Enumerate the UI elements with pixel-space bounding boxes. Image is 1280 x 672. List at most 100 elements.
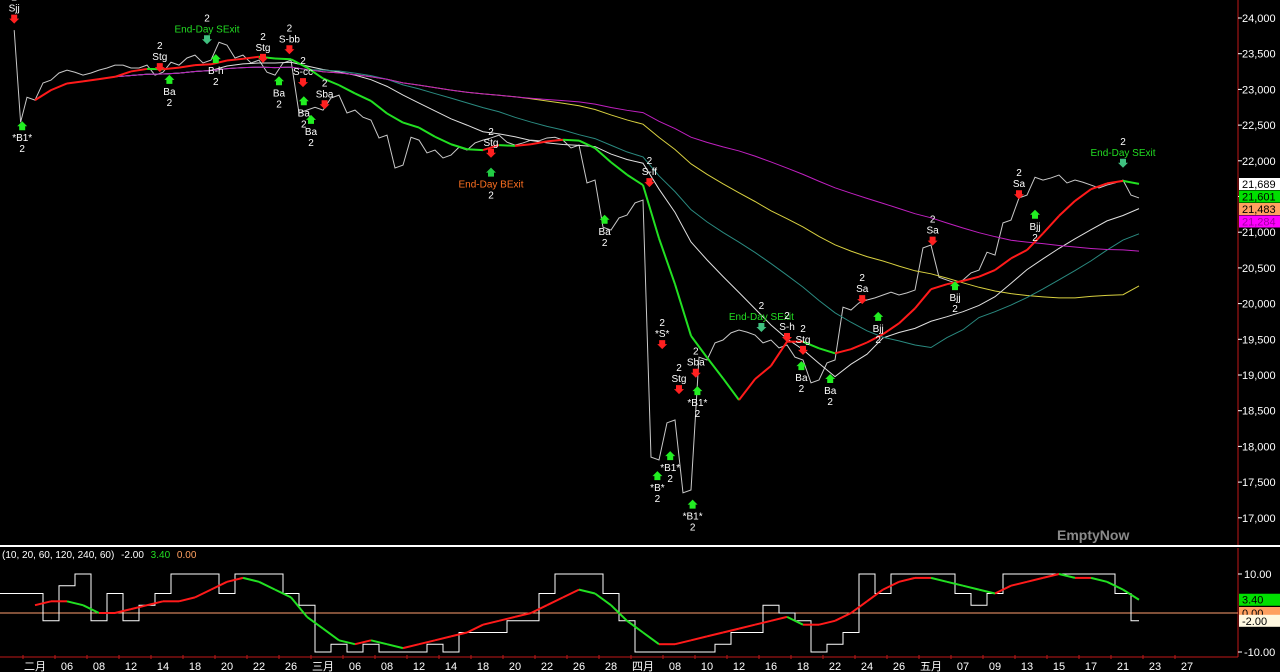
signal-count: 2 [827,397,833,408]
signal-buy: *B1*2 [687,386,708,420]
signal-label: S-bb [279,34,301,45]
trend-ma-segment [530,140,548,146]
sell-arrow-icon [657,340,668,350]
x-tick-label: 12 [733,661,745,672]
trend-ma-segment [434,135,452,146]
osc-smooth-segment [546,596,564,607]
signal-buy: *B1*2 [12,121,32,155]
osc-smooth-segment [978,588,996,595]
osc-smooth-segment [834,612,852,622]
x-tick-label: 15 [1053,661,1065,672]
buy-arrow-icon [692,386,703,396]
x-tick-label: 16 [765,661,777,672]
signal-count: 2 [800,324,806,335]
osc-smooth-segment [770,615,788,622]
trend-ma-segment [1106,179,1124,185]
x-tick-label: 26 [573,661,585,672]
signal-count: 2 [690,523,696,534]
x-tick-label: 08 [381,661,393,672]
x-tick-label: 17 [1085,661,1097,672]
trend-ma-segment [1074,188,1092,202]
signal-count: 2 [213,77,219,88]
signal-count: 2 [204,13,210,24]
osc-smooth-segment [1042,573,1060,579]
signal-buy: Ba2 [163,74,176,109]
signal-count: 2 [859,273,865,284]
osc-smooth-segment [498,615,516,622]
trend-ma-segment [162,66,180,71]
x-tick-label: 24 [861,661,873,672]
x-tick-label: 14 [157,661,169,672]
trend-ma-segment [738,378,756,401]
trend-ma-segment [450,143,468,151]
price-tag-value: 21,601 [1242,192,1276,204]
buy-arrow-icon [796,361,807,371]
signal-count: 2 [799,384,805,395]
moving-average-ma-magenta [34,66,1140,252]
watermark-logo: EmptyNow [1057,527,1130,543]
price-tick-label: 17,000 [1242,513,1276,525]
trend-ma-segment [610,161,628,176]
signal-buy: Ba2 [305,114,318,149]
signal-label: Sa [856,284,869,295]
trend-ma-segment [1058,200,1076,217]
price-tick-label: 20,000 [1242,299,1276,311]
osc-tag-value: -2.00 [1242,616,1267,628]
x-tick-label: 06 [61,661,73,672]
osc-smooth-segment [706,631,724,638]
signal-exit-sell: End-Day SExit2 [174,13,240,45]
trend-ma-segment [930,283,948,291]
osc-smooth-segment [1026,576,1044,583]
signal-count: 2 [930,215,936,226]
x-tick-label: 22 [829,661,841,672]
sell-arrow-icon [9,14,20,24]
trend-ma-segment [66,80,84,85]
price-tick-label: 19,500 [1242,334,1276,346]
trend-ma-segment [850,341,868,351]
osc-smooth-segment [386,643,404,650]
trend-ma-segment [562,138,580,142]
price-tag-value: 21,483 [1242,204,1276,216]
buy-arrow-icon [17,121,28,131]
oscillator-reading-green: 3.40 [150,550,171,561]
osc-smooth-segment [194,588,212,599]
price-tick-label: 23,000 [1242,84,1276,96]
signal-label: Sa [926,226,939,237]
trend-ma-segment [754,365,772,380]
trend-ma-segment [546,138,564,143]
trend-ma-segment [338,84,356,95]
buy-arrow-icon [164,74,175,84]
signal-count: 2 [322,78,328,89]
signal-label: End-Day SExit [1090,148,1155,159]
signal-sell: S-cc2 [293,56,313,88]
signal-label: Ba [273,88,286,99]
x-tick-label: 26 [285,661,297,672]
signal-label: Ba [598,227,611,238]
signal-count: 2 [655,494,661,505]
signal-count: 2 [488,127,494,138]
signal-count: 2 [287,23,293,34]
osc-smooth-segment [66,600,84,607]
x-tick-label: 18 [797,661,809,672]
signal-label: B-h [208,66,224,77]
oscillator-reading-orange: 0.00 [176,550,197,561]
osc-smooth-segment [594,592,612,607]
sell-arrow-icon [927,236,938,246]
signal-label: S-ff [642,167,658,178]
signal-buy: B-h2 [208,54,224,88]
oscillator-params: (10, 20, 60, 120, 240, 60) [2,550,115,561]
trend-ma-segment [386,112,404,124]
sell-arrow-icon [284,45,295,55]
x-tick-label: 21 [1117,661,1129,672]
signal-count: 2 [647,156,653,167]
buy-arrow-icon [687,499,698,509]
signal-count: 2 [11,0,17,4]
signal-count: 2 [1032,233,1038,244]
osc-smooth-segment [722,627,740,634]
signal-label: *S* [655,329,670,340]
signal-count: 2 [157,41,163,52]
buy-arrow-icon [298,96,309,106]
x-tick-label: 13 [1021,661,1033,672]
signal-buy: *B1*2 [683,499,703,534]
trend-ma-segment [370,100,388,115]
